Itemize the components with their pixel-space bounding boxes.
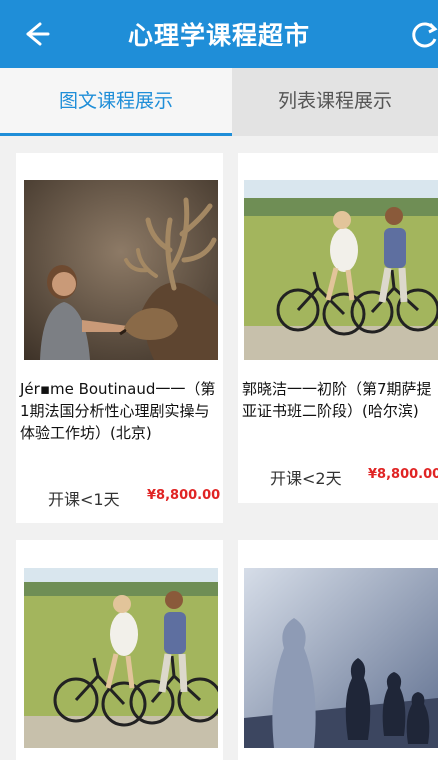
active-tab-indicator	[0, 133, 232, 136]
tab-image-text-courses[interactable]: 图文课程展示	[0, 68, 232, 136]
tab-label: 列表课程展示	[277, 90, 392, 112]
course-start-time: 开课<1天	[48, 490, 120, 509]
tab-list-courses[interactable]: 列表课程展示	[232, 68, 438, 136]
course-image	[244, 568, 438, 748]
refresh-icon[interactable]	[408, 18, 438, 52]
course-card[interactable]: 郭晓洁一一初阶（第7期萨提亚证书班二阶段）(哈尔滨) 开课<2天 ¥8,800.…	[238, 153, 438, 503]
course-name[interactable]: 郭晓洁一一初阶（第7期萨提亚证书班二阶段）(哈尔滨)	[242, 378, 434, 422]
course-card[interactable]	[238, 540, 438, 760]
course-price: ¥8,800.00	[368, 467, 438, 482]
top-bar: 心理学课程超市	[0, 0, 438, 68]
course-image	[24, 568, 218, 748]
tab-bar: 图文课程展示 列表课程展示	[0, 68, 438, 136]
course-name[interactable]: Jér▪me Boutinaud一一（第1期法国分析性心理剧实操与体验工作坊）(…	[20, 378, 219, 444]
course-price: ¥8,800.00	[147, 488, 221, 503]
course-image	[24, 180, 218, 360]
tab-label: 图文课程展示	[58, 90, 173, 112]
course-image	[244, 180, 438, 360]
course-card[interactable]	[16, 540, 223, 760]
course-start-time: 开课<2天	[270, 469, 342, 488]
page-title: 心理学课程超市	[127, 21, 310, 50]
course-card[interactable]: Jér▪me Boutinaud一一（第1期法国分析性心理剧实操与体验工作坊）(…	[16, 153, 223, 523]
